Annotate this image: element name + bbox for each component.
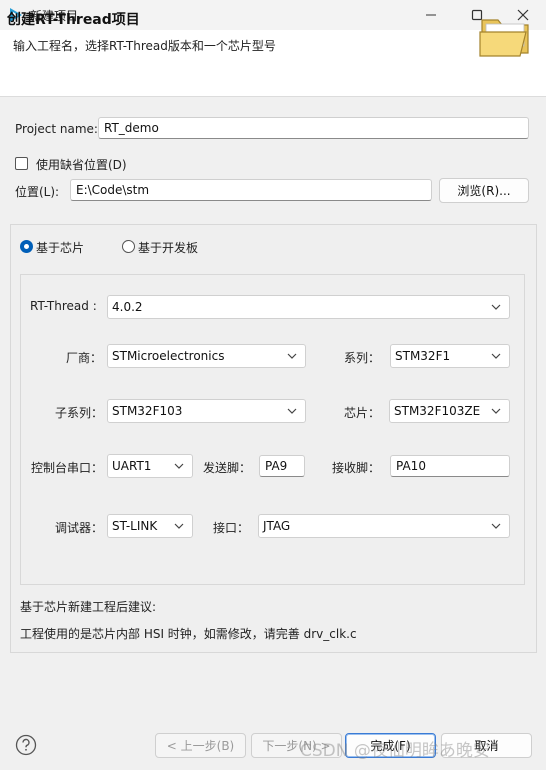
series-select[interactable]: STM32F1	[390, 344, 510, 368]
chevron-down-icon	[491, 523, 501, 529]
project-name-label: Project name:	[15, 122, 98, 136]
chevron-down-icon	[287, 408, 297, 414]
minimize-icon	[426, 14, 436, 16]
chip-mode-label: 基于芯片	[36, 241, 85, 255]
interface-select[interactable]: JTAG	[258, 514, 510, 538]
chevron-down-icon	[174, 523, 184, 529]
subseries-label: 子系列：	[55, 406, 104, 420]
subseries-value: STM32F103	[112, 404, 183, 418]
chevron-down-icon	[491, 304, 501, 310]
rtthread-version-label: RT-Thread :	[30, 299, 97, 313]
subseries-select[interactable]: STM32F103	[107, 399, 306, 423]
rtthread-version-value: 4.0.2	[112, 300, 143, 314]
interface-value: JTAG	[263, 519, 291, 533]
chevron-down-icon	[491, 408, 501, 414]
page-description: 输入工程名，选择RT-Thread版本和一个芯片型号	[13, 39, 276, 53]
vendor-select[interactable]: STMicroelectronics	[107, 344, 306, 368]
vendor-label: 厂商：	[66, 351, 103, 365]
chip-mode-radio[interactable]	[20, 240, 33, 253]
page-title: 创建RT-Thread项目	[7, 12, 140, 28]
vendor-value: STMicroelectronics	[112, 349, 225, 363]
use-default-location-checkbox[interactable]	[15, 157, 28, 170]
debugger-label: 调试器：	[55, 521, 104, 535]
location-label: 位置(L):	[15, 185, 60, 199]
console-uart-value: UART1	[112, 459, 152, 473]
open-folder-icon	[479, 19, 529, 57]
console-uart-select[interactable]: UART1	[107, 454, 193, 478]
chip-value: STM32F103ZE	[394, 404, 481, 418]
chip-config-panel	[20, 274, 525, 585]
back-button[interactable]: < 上一步(B)	[155, 733, 246, 758]
rtthread-version-select[interactable]: 4.0.2	[107, 295, 510, 319]
debugger-select[interactable]: ST-LINK	[107, 514, 193, 538]
debugger-value: ST-LINK	[112, 519, 158, 533]
interface-label: 接口：	[213, 521, 250, 535]
project-name-input[interactable]	[98, 117, 529, 139]
chevron-down-icon	[287, 353, 297, 359]
use-default-location-label: 使用缺省位置(D)	[36, 158, 127, 172]
board-mode-label: 基于开发板	[138, 241, 199, 255]
console-uart-label: 控制台串口：	[31, 461, 104, 475]
series-label: 系列：	[344, 351, 381, 365]
board-mode-radio[interactable]	[122, 240, 135, 253]
rx-pin-input[interactable]	[390, 455, 510, 477]
series-value: STM32F1	[395, 349, 451, 363]
advice-title: 基于芯片新建工程后建议:	[20, 600, 157, 614]
location-input[interactable]	[70, 179, 432, 201]
chevron-down-icon	[174, 463, 184, 469]
tx-pin-input[interactable]	[259, 455, 305, 477]
browse-button[interactable]: 浏览(R)...	[439, 178, 529, 203]
tx-pin-label: 发送脚：	[203, 461, 252, 475]
help-icon[interactable]	[15, 734, 37, 756]
watermark: CSDN @夜仙明眸あ晚安	[300, 741, 490, 761]
chevron-down-icon	[491, 353, 501, 359]
minimize-button[interactable]	[408, 0, 454, 30]
chip-label: 芯片：	[344, 406, 381, 420]
chip-select[interactable]: STM32F103ZE	[389, 399, 510, 423]
rx-pin-label: 接收脚：	[332, 461, 381, 475]
advice-text: 工程使用的是芯片内部 HSI 时钟，如需修改，请完善 drv_clk.c	[20, 627, 357, 641]
